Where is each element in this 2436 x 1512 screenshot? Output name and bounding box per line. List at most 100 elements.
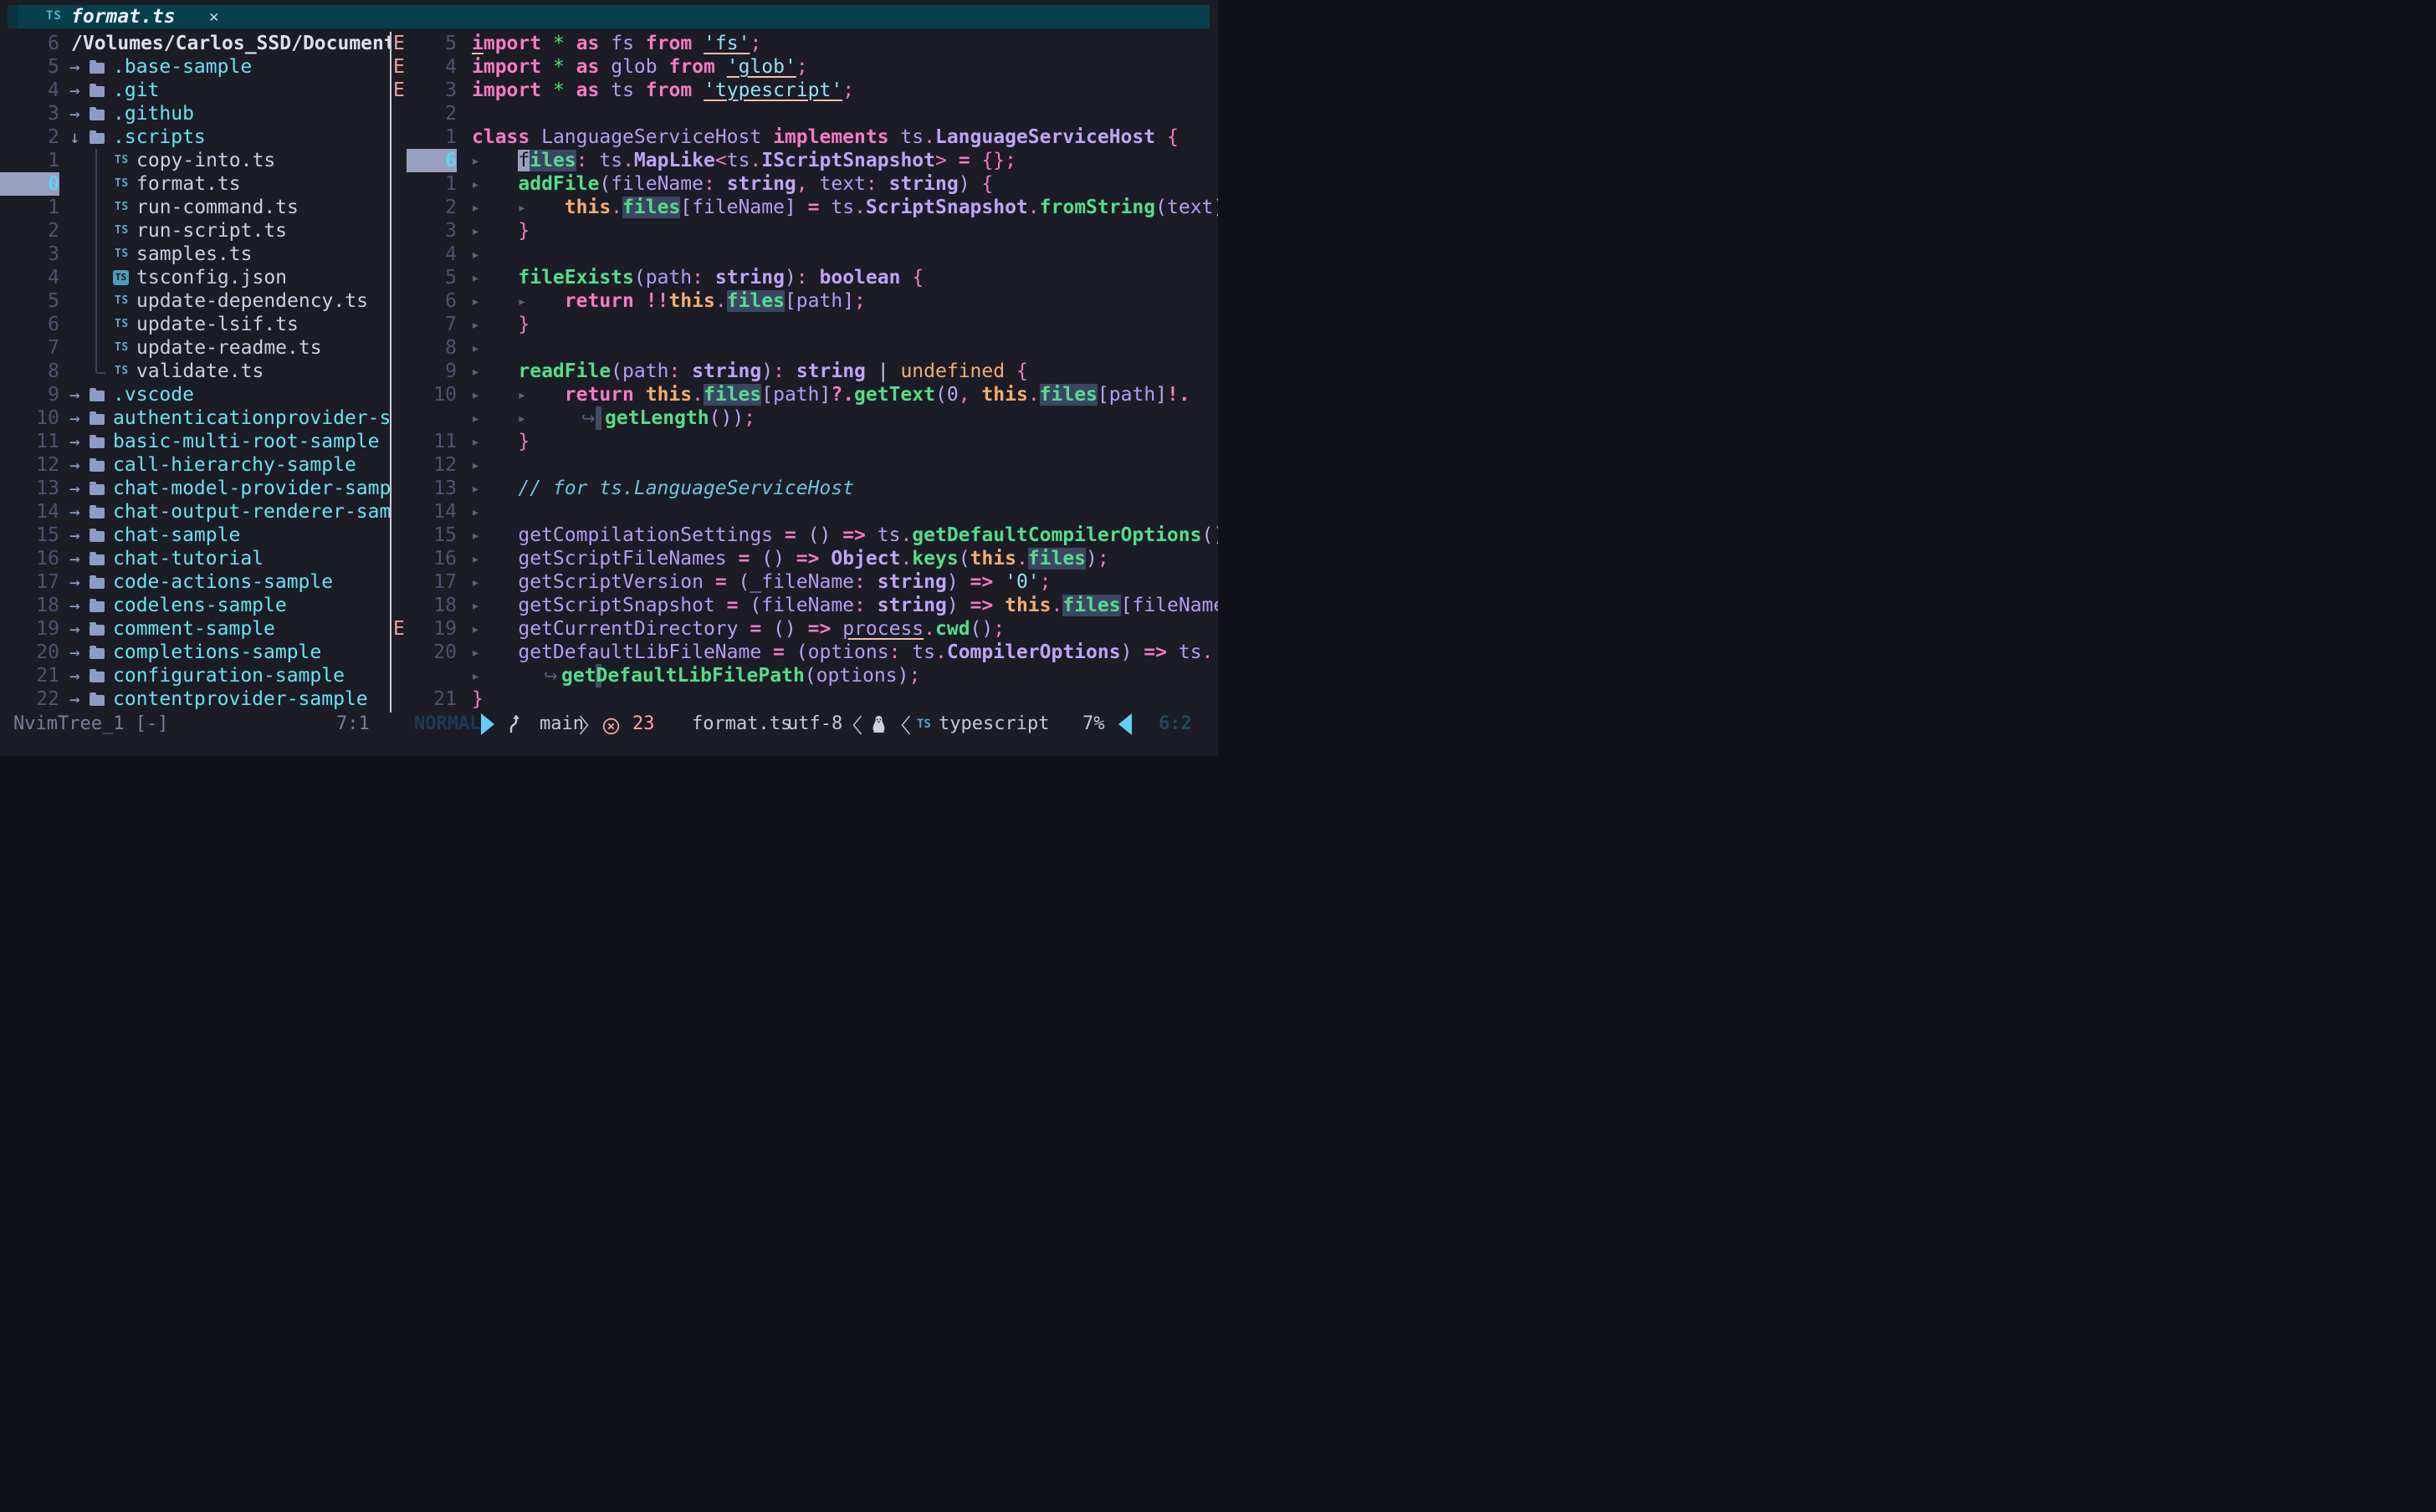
code-token: [820, 197, 832, 218]
close-icon[interactable]: ✕: [209, 5, 218, 28]
tree-item[interactable]: 4→.git: [0, 79, 390, 102]
tree-item[interactable]: 10→authenticationprovider-sa: [0, 406, 390, 430]
code-token: {};: [981, 150, 1016, 171]
tree-item[interactable]: 21→configuration-sample: [0, 664, 390, 687]
code-line[interactable]: 10▸▸ return this.files[path]?.getText(0,…: [392, 383, 1218, 406]
code-token: [704, 267, 715, 289]
tree-item[interactable]: 2↓.scripts: [0, 125, 390, 149]
code-line[interactable]: E4import * as glob from 'glob';: [392, 55, 1218, 79]
tree-item[interactable]: 19→comment-sample: [0, 617, 390, 641]
code-line[interactable]: 11▸ }: [392, 430, 1218, 453]
tree-item[interactable]: 16→chat-tutorial: [0, 547, 390, 570]
line-number: 14: [407, 500, 457, 524]
tree-item[interactable]: 17→code-actions-sample: [0, 570, 390, 594]
code-token: (: [611, 360, 622, 382]
code-token: getDefaultLibFileName: [518, 641, 761, 663]
code-line[interactable]: 7▸ }: [392, 313, 1218, 336]
code-token: :: [854, 595, 866, 616]
code-token: .: [900, 524, 912, 546]
code-line[interactable]: E19▸ getCurrentDirectory = () => process…: [392, 617, 1218, 641]
code-token: ;: [908, 665, 920, 687]
tree-item[interactable]: 6TSupdate-lsif.ts: [0, 313, 390, 336]
code-line[interactable]: E3import * as ts from 'typescript';: [392, 79, 1218, 102]
tree-item[interactable]: 22→contentprovider-sample: [0, 687, 390, 711]
tree-item[interactable]: 3→.github: [0, 102, 390, 125]
code-line[interactable]: 1class LanguageServiceHost implements ts…: [392, 125, 1218, 149]
code-line[interactable]: 8▸: [392, 336, 1218, 360]
code-token: =: [959, 150, 970, 171]
tree-item[interactable]: 15→chat-sample: [0, 524, 390, 547]
tree-item[interactable]: 6/Volumes/Carlos_SSD/Documents: [0, 32, 390, 55]
tree-item[interactable]: 14→chat-output-renderer-samp: [0, 500, 390, 524]
tree-item[interactable]: 20→completions-sample: [0, 641, 390, 664]
tree-item[interactable]: 5TSupdate-dependency.ts: [0, 289, 390, 313]
code-buffer[interactable]: E5import * as fs from 'fs';E4import * as…: [392, 32, 1218, 713]
code-line[interactable]: 14▸: [392, 500, 1218, 524]
tree-item[interactable]: 11→basic-multi-root-sample: [0, 430, 390, 453]
code-token: 'fs': [704, 33, 750, 54]
line-number: 19: [0, 617, 59, 641]
line-number: 12: [407, 453, 457, 477]
code-token: fs: [611, 33, 634, 54]
code-token: (: [634, 267, 646, 289]
command-line[interactable]: [0, 736, 1218, 756]
code-line[interactable]: 4▸: [392, 243, 1218, 266]
code-line[interactable]: 6▸ files: ts.MapLike<ts.IScriptSnapshot>…: [392, 149, 1218, 172]
code-line[interactable]: 13▸ // for ts.LanguageServiceHost: [392, 477, 1218, 500]
tree-item[interactable]: 3TSsamples.ts: [0, 243, 390, 266]
error-sign: E: [393, 617, 405, 641]
line-number: 3: [407, 79, 457, 102]
folder-icon: [90, 110, 105, 120]
code-token: .: [924, 618, 935, 640]
code-token: this: [981, 384, 1027, 406]
code-line[interactable]: 2: [392, 102, 1218, 125]
code-token: path: [622, 360, 668, 382]
code-line[interactable]: 5▸ fileExists(path: string): boolean {: [392, 266, 1218, 289]
code-line[interactable]: 15▸ getCompilationSettings = () => ts.ge…: [392, 524, 1218, 547]
code-line[interactable]: ▸↪getDefaultLibFilePath(options);: [392, 664, 1218, 687]
code-line[interactable]: 21}: [392, 687, 1218, 711]
file-name: validate.ts: [136, 360, 264, 383]
code-line[interactable]: 9▸ readFile(path: string): string | unde…: [392, 360, 1218, 383]
folder-icon: [90, 461, 105, 472]
tree-item[interactable]: 4TStsconfig.json: [0, 266, 390, 289]
tree-item[interactable]: 9→.vscode: [0, 383, 390, 406]
code-token: [472, 314, 518, 335]
tree-item[interactable]: 2TSrun-script.ts: [0, 219, 390, 243]
code-token: >: [935, 150, 947, 171]
code-token: fileName: [1132, 595, 1218, 616]
tree-item[interactable]: 18→codelens-sample: [0, 594, 390, 617]
folder-name: .base-sample: [113, 55, 252, 79]
code-token: getText: [854, 384, 935, 406]
code-line[interactable]: 1▸ addFile(fileName: string, text: strin…: [392, 172, 1218, 196]
code-token: [634, 33, 646, 54]
nvimtree-file-explorer[interactable]: 6/Volumes/Carlos_SSD/Documents5→.base-sa…: [0, 32, 390, 713]
chevron-down-icon: ↓: [69, 125, 80, 149]
code-line[interactable]: 20▸ getDefaultLibFileName = (options: ts…: [392, 641, 1218, 664]
folder-icon: [90, 672, 105, 682]
tree-item[interactable]: 0TSformat.ts: [0, 172, 390, 196]
scroll-percent: 7%: [1082, 713, 1105, 736]
code-line[interactable]: 2▸▸ this.files[fileName] = ts.ScriptSnap…: [392, 196, 1218, 219]
code-line[interactable]: 16▸ getScriptFileNames = () => Object.ke…: [392, 547, 1218, 570]
tree-item[interactable]: 5→.base-sample: [0, 55, 390, 79]
code-token: =>: [808, 618, 832, 640]
tree-item[interactable]: 1TScopy-into.ts: [0, 149, 390, 172]
tree-item[interactable]: 8TSvalidate.ts: [0, 360, 390, 383]
code-token: [: [1121, 595, 1133, 616]
code-token: fileName: [761, 595, 854, 616]
code-line[interactable]: 6▸▸ return !!this.files[path];: [392, 289, 1218, 313]
code-line[interactable]: 18▸ getScriptSnapshot = (fileName: strin…: [392, 594, 1218, 617]
code-token: .: [622, 150, 634, 171]
code-line[interactable]: 12▸: [392, 453, 1218, 477]
tree-item[interactable]: 13→chat-model-provider-sampl: [0, 477, 390, 500]
tree-item[interactable]: 7TSupdate-readme.ts: [0, 336, 390, 360]
code-line[interactable]: 17▸ getScriptVersion = (_fileName: strin…: [392, 570, 1218, 594]
tab-format-ts[interactable]: TS format.ts ✕: [8, 5, 1210, 28]
code-line[interactable]: E5import * as fs from 'fs';: [392, 32, 1218, 55]
code-line[interactable]: ▸▸↪getLength());: [392, 406, 1218, 430]
code-line[interactable]: 3▸ }: [392, 219, 1218, 243]
tree-item[interactable]: 12→call-hierarchy-sample: [0, 453, 390, 477]
code-token: ts: [912, 641, 935, 663]
tree-item[interactable]: 1TSrun-command.ts: [0, 196, 390, 219]
